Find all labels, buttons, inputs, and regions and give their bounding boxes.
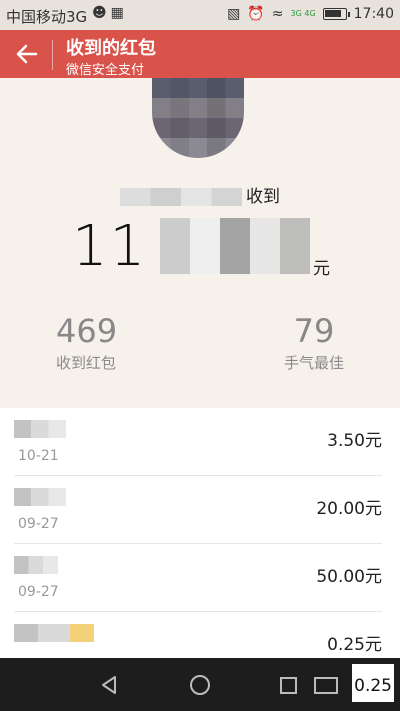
blurred-name [14, 556, 58, 574]
app-header: 收到的红包 微信安全支付 [0, 30, 400, 78]
record-amount: 20.00元 [316, 499, 382, 519]
system-nav-bar [0, 658, 400, 711]
sender-line: 收到 [120, 182, 280, 207]
nav-menu-icon[interactable] [314, 677, 338, 694]
status-bar: 中国移动3G ☻▦ ▧ ⏰ ≈ 3G 4G 17:40 [0, 0, 400, 30]
record-date: 10-21 [18, 448, 59, 464]
blurred-name [14, 624, 94, 642]
blurred-amount [160, 218, 310, 274]
vibrate-icon: ▧ [227, 6, 241, 22]
best-luck-label: 手气最佳 [283, 354, 344, 372]
list-item[interactable]: 09-27 50.00元 [0, 544, 400, 612]
summary-panel: 收到 11 元 469 收到红包 79 手气最佳 [0, 78, 400, 408]
record-amount: 50.00元 [316, 567, 382, 587]
back-arrow-icon[interactable] [12, 40, 42, 68]
best-luck-stat: 79 手气最佳 [284, 312, 344, 373]
header-divider [52, 40, 53, 70]
carrier-label: 中国移动3G [6, 8, 88, 26]
alarm-icon: ⏰ [247, 6, 265, 22]
total-amount: 11 [72, 214, 148, 279]
notification-icons: ☻▦ [92, 5, 128, 21]
received-label: 收到红包 [56, 354, 117, 372]
nav-home-icon[interactable] [190, 675, 210, 695]
floating-amount-badge: 0.25 [352, 664, 394, 702]
battery-icon [322, 8, 350, 20]
wifi-icon: ≈ [271, 6, 284, 22]
received-stat: 469 收到红包 [56, 312, 117, 373]
page-title: 收到的红包 [66, 38, 156, 59]
clock: 17:40 [353, 6, 394, 22]
sender-suffix: 收到 [246, 187, 280, 207]
amount-unit: 元 [313, 259, 330, 279]
list-item[interactable]: 09-27 20.00元 [0, 476, 400, 544]
record-list: 10-21 3.50元 09-27 20.00元 09-27 50.00元 0.… [0, 408, 400, 658]
record-date: 09-27 [18, 584, 59, 600]
network-badge: 3G 4G [290, 9, 316, 18]
best-luck-count: 79 [293, 312, 335, 350]
nav-back-icon[interactable] [98, 674, 120, 696]
nav-recent-apps-icon[interactable] [280, 677, 297, 694]
received-count: 469 [56, 312, 118, 350]
page-subtitle: 微信安全支付 [66, 63, 145, 78]
record-amount: 3.50元 [327, 431, 382, 451]
list-item[interactable]: 10-21 3.50元 [0, 408, 400, 476]
avatar[interactable] [152, 78, 244, 158]
record-amount: 0.25元 [327, 635, 382, 655]
blurred-name [14, 488, 66, 506]
blurred-name [14, 420, 66, 438]
record-date: 09-27 [18, 516, 59, 532]
status-right: ▧ ⏰ ≈ 3G 4G 17:40 [227, 6, 394, 22]
blurred-name [120, 188, 242, 206]
